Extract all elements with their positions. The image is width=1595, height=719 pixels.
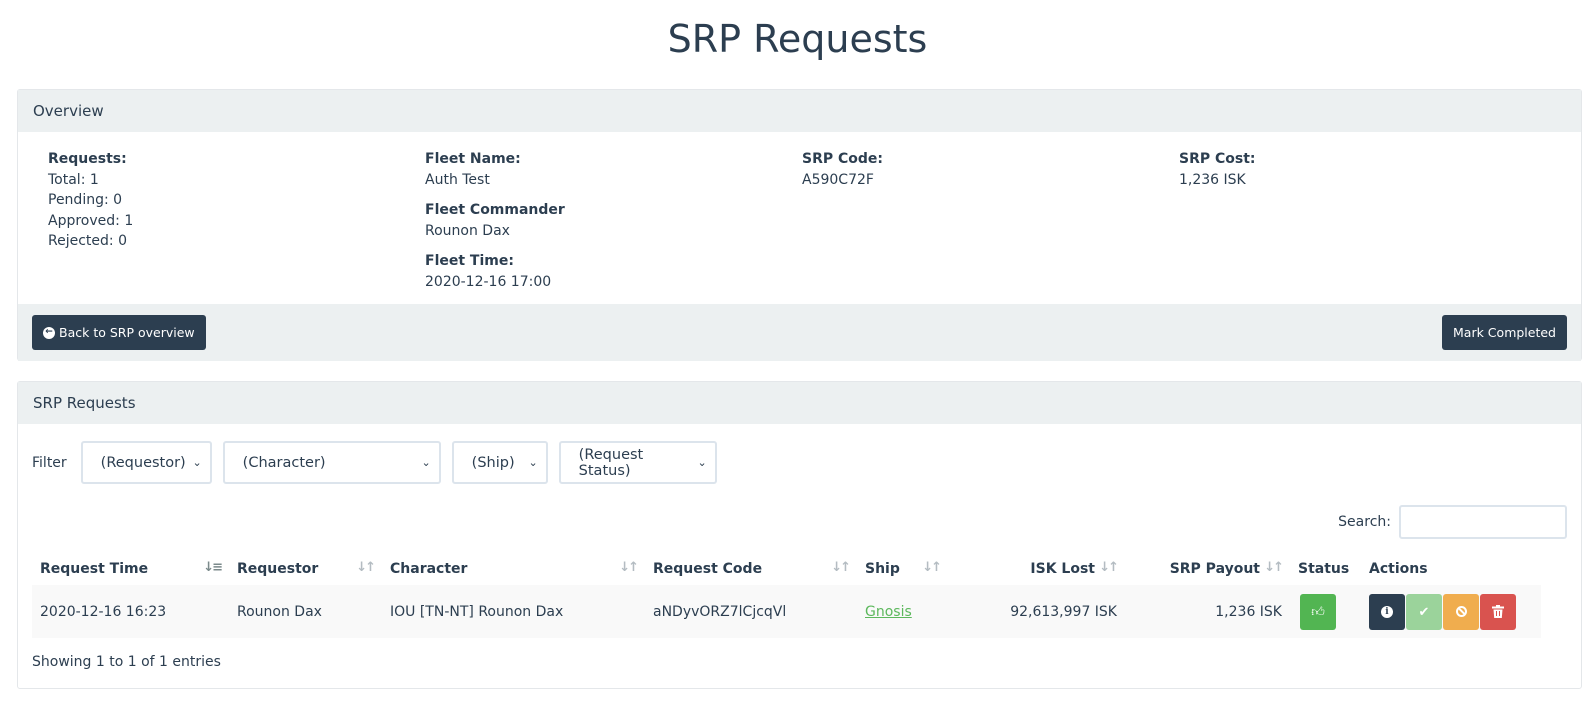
srp-cost-block: SRP Cost: 1,236 ISK — [1179, 149, 1256, 190]
chevron-down-icon: ⌄ — [528, 456, 538, 469]
requests-approved: Approved: 1 — [48, 212, 134, 229]
ship-filter-select[interactable]: (Ship) ⌄ — [451, 441, 548, 484]
cell-status: 👍︎ — [1290, 585, 1361, 638]
sort-icon: ↓↑ — [922, 560, 942, 575]
status-filter-value: (Request Status) — [578, 446, 644, 479]
requests-summary: Requests: Total: 1 Pending: 0 Approved: … — [48, 149, 133, 252]
overview-footer: ← Back to SRP overview Mark Completed — [18, 304, 1581, 361]
srp-code-value: A590C72F — [802, 171, 874, 188]
requestor-filter-select[interactable]: (Requestor) ⌄ — [80, 441, 212, 484]
requests-rejected: Rejected: 0 — [48, 233, 127, 249]
srp-code-block: SRP Code: A590C72F — [802, 149, 883, 190]
cell-isk-lost: 92,613,997 ISK — [1010, 603, 1117, 620]
sort-icon: ↓↑ — [831, 560, 851, 575]
chevron-down-icon: ⌄ — [421, 456, 431, 469]
filter-row: Filter (Requestor) ⌄ (Character) ⌄ (Ship… — [32, 441, 728, 484]
ship-filter-value: (Ship) — [471, 454, 515, 471]
info-button[interactable]: i — [1369, 593, 1405, 630]
table-header-row: Request Time ↓≡ Requestor ↓↑ Character ↓↑ R… — [32, 552, 1541, 585]
ship-link[interactable]: Gnosis — [865, 604, 912, 620]
requests-label: Requests: — [48, 151, 127, 167]
col-isk-lost[interactable]: ISK Lost ↓↑ — [948, 552, 1125, 585]
sort-icon: ↓↑ — [1264, 560, 1284, 575]
table-info: Showing 1 to 1 of 1 entries — [32, 654, 221, 670]
character-filter-select[interactable]: (Character) ⌄ — [222, 441, 441, 484]
cell-request-code: aNDyvORZ7lCjcqVl — [653, 603, 787, 620]
search-row: Search: — [1338, 505, 1567, 539]
fleet-name: Auth Test — [425, 171, 490, 188]
search-input[interactable] — [1399, 505, 1567, 539]
col-status: Status — [1298, 560, 1350, 577]
search-label: Search: — [1338, 514, 1391, 530]
mark-completed-button[interactable]: Mark Completed — [1442, 315, 1567, 350]
requests-panel: SRP Requests Filter (Requestor) ⌄ (Chara… — [17, 381, 1582, 689]
check-icon: ✔ — [1418, 603, 1430, 619]
thumbs-up-icon: 👍︎ — [1311, 603, 1325, 619]
character-filter-value: (Character) — [242, 454, 326, 471]
col-request-time[interactable]: Request Time ↓≡ — [32, 552, 229, 585]
cell-character: IOU [TN-NT] Rounon Dax — [390, 603, 564, 620]
col-srp-payout[interactable]: SRP Payout ↓↑ — [1125, 552, 1290, 585]
arrow-circle-left-icon: ← — [43, 326, 55, 339]
col-request-code[interactable]: Request Code ↓↑ — [645, 552, 857, 585]
cell-actions: i ✔ — [1361, 585, 1541, 638]
overview-heading: Overview — [18, 90, 1581, 132]
back-button-label: Back to SRP overview — [59, 325, 195, 340]
table-row: 2020-12-16 16:23 Rounon Dax IOU [TN-NT] … — [32, 585, 1541, 638]
back-to-overview-button[interactable]: ← Back to SRP overview — [32, 315, 206, 350]
cell-request-time: 2020-12-16 16:23 — [40, 603, 167, 620]
filter-label: Filter — [32, 454, 67, 471]
sort-icon: ↓↑ — [619, 560, 639, 575]
approved-status-button[interactable]: 👍︎ — [1300, 593, 1336, 630]
fleet-time: 2020-12-16 17:00 — [425, 273, 552, 290]
overview-panel: Overview Requests: Total: 1 Pending: 0 A… — [17, 89, 1582, 361]
cell-srp-payout: 1,236 ISK — [1215, 603, 1282, 620]
reject-button[interactable] — [1443, 593, 1479, 630]
requests-heading: SRP Requests — [18, 382, 1581, 424]
col-ship[interactable]: Ship ↓↑ — [857, 552, 948, 585]
status-filter-select[interactable]: (Request Status) ⌄ — [558, 441, 717, 484]
trash-icon — [1492, 605, 1504, 618]
cell-requestor: Rounon Dax — [237, 603, 322, 620]
ban-icon — [1455, 606, 1467, 617]
cell-ship: Gnosis — [857, 585, 948, 638]
overview-body: Requests: Total: 1 Pending: 0 Approved: … — [18, 132, 1581, 304]
sort-desc-icon: ↓≡ — [203, 560, 223, 575]
fleet-name-label: Fleet Name: — [425, 151, 521, 167]
chevron-down-icon: ⌄ — [697, 456, 707, 469]
requests-total: Total: 1 — [48, 171, 99, 188]
col-actions: Actions — [1369, 560, 1428, 577]
chevron-down-icon: ⌄ — [192, 456, 202, 469]
page-title: SRP Requests — [667, 17, 928, 61]
fleet-info: Fleet Name: Auth Test Fleet Commander Ro… — [425, 149, 565, 292]
srp-code-label: SRP Code: — [802, 151, 884, 167]
fleet-commander: Rounon Dax — [425, 222, 510, 239]
delete-button[interactable] — [1480, 593, 1516, 630]
approve-button[interactable]: ✔ — [1406, 593, 1442, 630]
fleet-time-label: Fleet Time: — [425, 253, 514, 269]
requests-table: Request Time ↓≡ Requestor ↓↑ Character ↓↑ R… — [32, 552, 1541, 638]
sort-icon: ↓↑ — [356, 560, 376, 575]
requests-pending: Pending: 0 — [48, 192, 123, 208]
col-requestor[interactable]: Requestor ↓↑ — [229, 552, 382, 585]
info-circle-icon: i — [1381, 605, 1393, 618]
sort-icon: ↓↑ — [1099, 560, 1119, 575]
fleet-commander-label: Fleet Commander — [425, 202, 565, 218]
srp-cost-label: SRP Cost: — [1179, 151, 1256, 167]
srp-cost-value: 1,236 ISK — [1179, 171, 1246, 188]
requestor-filter-value: (Requestor) — [100, 454, 186, 471]
col-character[interactable]: Character ↓↑ — [382, 552, 645, 585]
